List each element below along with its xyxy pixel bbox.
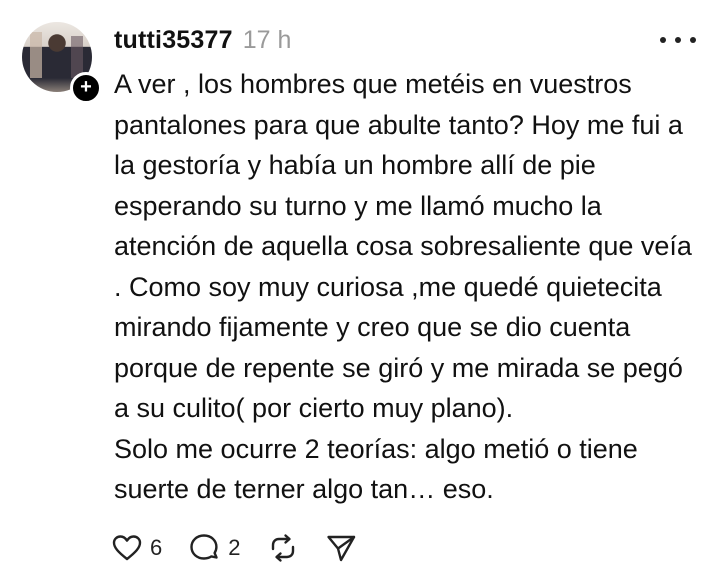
repost-icon — [271, 534, 294, 562]
more-options-icon[interactable] — [660, 28, 696, 52]
like-button[interactable]: 6 — [112, 534, 162, 562]
heart-icon — [112, 535, 142, 561]
avatar-container[interactable]: + — [22, 22, 102, 104]
reply-button[interactable]: 2 — [188, 533, 241, 563]
comment-icon — [190, 534, 218, 560]
send-icon — [326, 535, 355, 562]
post-body: A ver , los hombres que metéis en vuestr… — [114, 64, 700, 510]
action-bar: 6 2 — [112, 530, 383, 566]
post-paragraph: Solo me ocurre 2 teorías: algo metió o t… — [114, 433, 638, 505]
follow-plus-icon[interactable]: + — [70, 72, 102, 104]
post-paragraph: A ver , los hombres que metéis en vuestr… — [114, 69, 692, 423]
repost-button[interactable] — [267, 533, 299, 563]
username[interactable]: tutti35377 — [114, 26, 233, 55]
like-count: 6 — [150, 535, 163, 560]
post-timestamp: 17 h — [242, 26, 292, 54]
reply-count: 2 — [228, 535, 241, 560]
share-button[interactable] — [325, 533, 357, 563]
post-header: tutti35377 17 h — [114, 26, 291, 55]
